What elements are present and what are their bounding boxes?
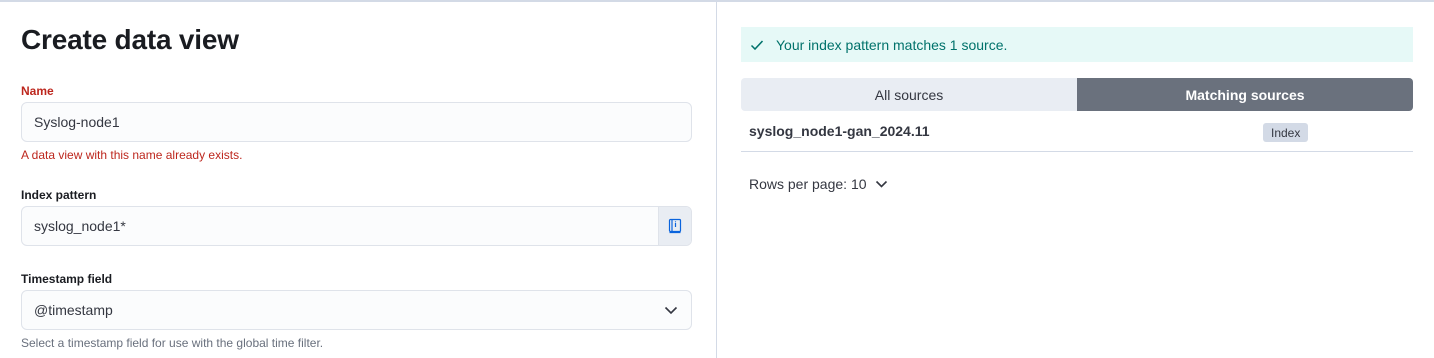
timestamp-help-text: Select a timestamp field for use with th… bbox=[21, 336, 324, 350]
index-pattern-label: Index pattern bbox=[21, 188, 97, 202]
timestamp-field-value: @timestamp bbox=[34, 302, 113, 318]
check-icon bbox=[750, 39, 764, 50]
source-type-badge: Index bbox=[1263, 123, 1309, 142]
table-row: syslog_node1-gan_2024.11 Index bbox=[741, 113, 1413, 152]
sources-tabs: All sources Matching sources bbox=[741, 78, 1413, 111]
chevron-down-icon bbox=[651, 291, 691, 329]
book-icon[interactable] bbox=[658, 207, 691, 245]
rows-per-page-button[interactable]: Rows per page: 10 bbox=[749, 176, 888, 192]
success-callout: Your index pattern matches 1 source. bbox=[741, 27, 1413, 62]
timestamp-field-label: Timestamp field bbox=[21, 272, 113, 286]
index-pattern-value: syslog_node1* bbox=[34, 218, 126, 234]
tab-all-sources[interactable]: All sources bbox=[741, 78, 1077, 111]
name-input-value: Syslog-node1 bbox=[34, 114, 120, 130]
timestamp-field-select[interactable]: @timestamp bbox=[21, 290, 692, 330]
callout-text: Your index pattern matches 1 source. bbox=[776, 36, 1008, 53]
index-pattern-input[interactable]: syslog_node1* bbox=[21, 206, 692, 246]
rows-per-page-label: Rows per page: 10 bbox=[749, 176, 867, 192]
panel-divider bbox=[716, 2, 717, 358]
tab-matching-sources[interactable]: Matching sources bbox=[1077, 78, 1413, 111]
page-title: Create data view bbox=[21, 24, 239, 55]
chevron-down-icon bbox=[875, 180, 887, 188]
name-input[interactable]: Syslog-node1 bbox=[21, 102, 692, 142]
source-name: syslog_node1-gan_2024.11 bbox=[749, 123, 930, 139]
top-border bbox=[0, 0, 1434, 2]
name-label: Name bbox=[21, 84, 54, 98]
name-error-text: A data view with this name already exist… bbox=[21, 148, 243, 162]
